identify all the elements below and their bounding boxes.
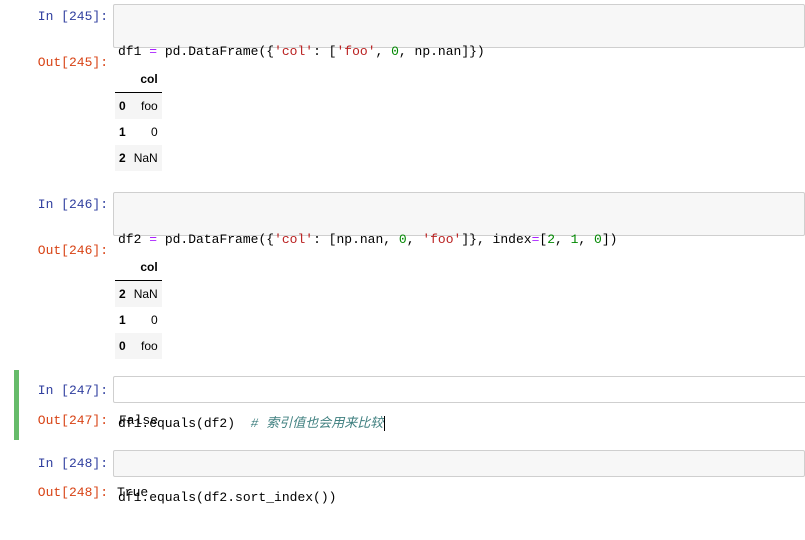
out-prompt-247: Out[247]: (37, 413, 108, 428)
code-input-245[interactable]: df1 = pd.DataFrame({'col': ['foo', 0, np… (113, 4, 805, 110)
in-prompt-247: In [247]: (37, 383, 108, 398)
code-input-247[interactable]: df1.equals(df2) # 索引值也会用来比较 (113, 376, 805, 432)
cell-value: foo (141, 339, 158, 353)
table-header-row: col (115, 66, 162, 93)
index-header (115, 66, 130, 93)
out-prompt-248: Out[248]: (37, 485, 108, 500)
code-line: df1.equals(df2) # 索引值也会用来比较 (118, 415, 805, 432)
cell-value: foo (141, 99, 158, 113)
index-header (115, 254, 130, 281)
code-cell-246[interactable]: In [246]: df2 = pd.DataFrame({'col': [np… (16, 192, 805, 362)
table-header-row: col (115, 254, 162, 281)
dataframe-output-246: col 2 NaN 1 0 0 foo (115, 254, 162, 359)
code-text: df2.sort_index() (203, 490, 329, 505)
code-input-246[interactable]: df2 = pd.DataFrame({'col': [np.nan, 0, '… (113, 192, 805, 298)
code-cell-245[interactable]: In [245]: df1 = pd.DataFrame({'col': ['f… (16, 4, 805, 174)
in-prompt-246: In [246]: (37, 197, 108, 212)
row-index: 2 (119, 151, 126, 165)
code-line: df2 = pd.DataFrame({'col': [np.nan, 0, '… (118, 232, 618, 247)
table-row: 1 0 (115, 307, 162, 333)
code-line: df1 = pd.DataFrame({'col': ['foo', 0, np… (118, 44, 485, 59)
out-prompt-246: Out[246]: (37, 243, 108, 258)
code-cell-247[interactable]: In [247]: df1.equals(df2) # 索引值也会用来比较 Ou… (14, 370, 805, 440)
cell-value: NaN (133, 287, 158, 301)
table-row: 1 0 (115, 119, 162, 145)
code-line: df1.equals(df2.sort_index()) (118, 490, 337, 505)
table-row: 2 NaN (115, 280, 162, 307)
code-line: df1 (118, 95, 142, 110)
dataframe-output-245: col 0 foo 1 0 2 NaN (115, 66, 162, 171)
out-prompt-245: Out[245]: (37, 55, 108, 70)
column-header: col (129, 66, 162, 93)
cell-value: 0 (151, 313, 158, 327)
code-cell-248[interactable]: In [248]: df1.equals(df2.sort_index()) O… (16, 448, 805, 505)
column-header: col (129, 254, 162, 281)
table-row: 2 NaN (115, 145, 162, 171)
in-prompt-245: In [245]: (37, 9, 108, 24)
table-row: 0 foo (115, 92, 162, 119)
output-text-247: False (119, 413, 159, 428)
row-index: 0 (119, 99, 126, 113)
text-cursor (384, 416, 386, 432)
row-index: 2 (119, 287, 126, 301)
cell-value: 0 (151, 125, 158, 139)
row-index: 1 (119, 125, 126, 139)
row-index: 0 (119, 339, 126, 353)
row-index: 1 (119, 313, 126, 327)
code-comment: # 索引值也会用来比较 (250, 416, 384, 431)
in-prompt-248: In [248]: (37, 456, 108, 471)
code-input-248[interactable]: df1.equals(df2.sort_index()) (113, 450, 805, 505)
table-row: 0 foo (115, 333, 162, 359)
cell-value: NaN (133, 151, 158, 165)
code-line: df2 (118, 283, 142, 298)
output-text-248: True (117, 485, 149, 500)
